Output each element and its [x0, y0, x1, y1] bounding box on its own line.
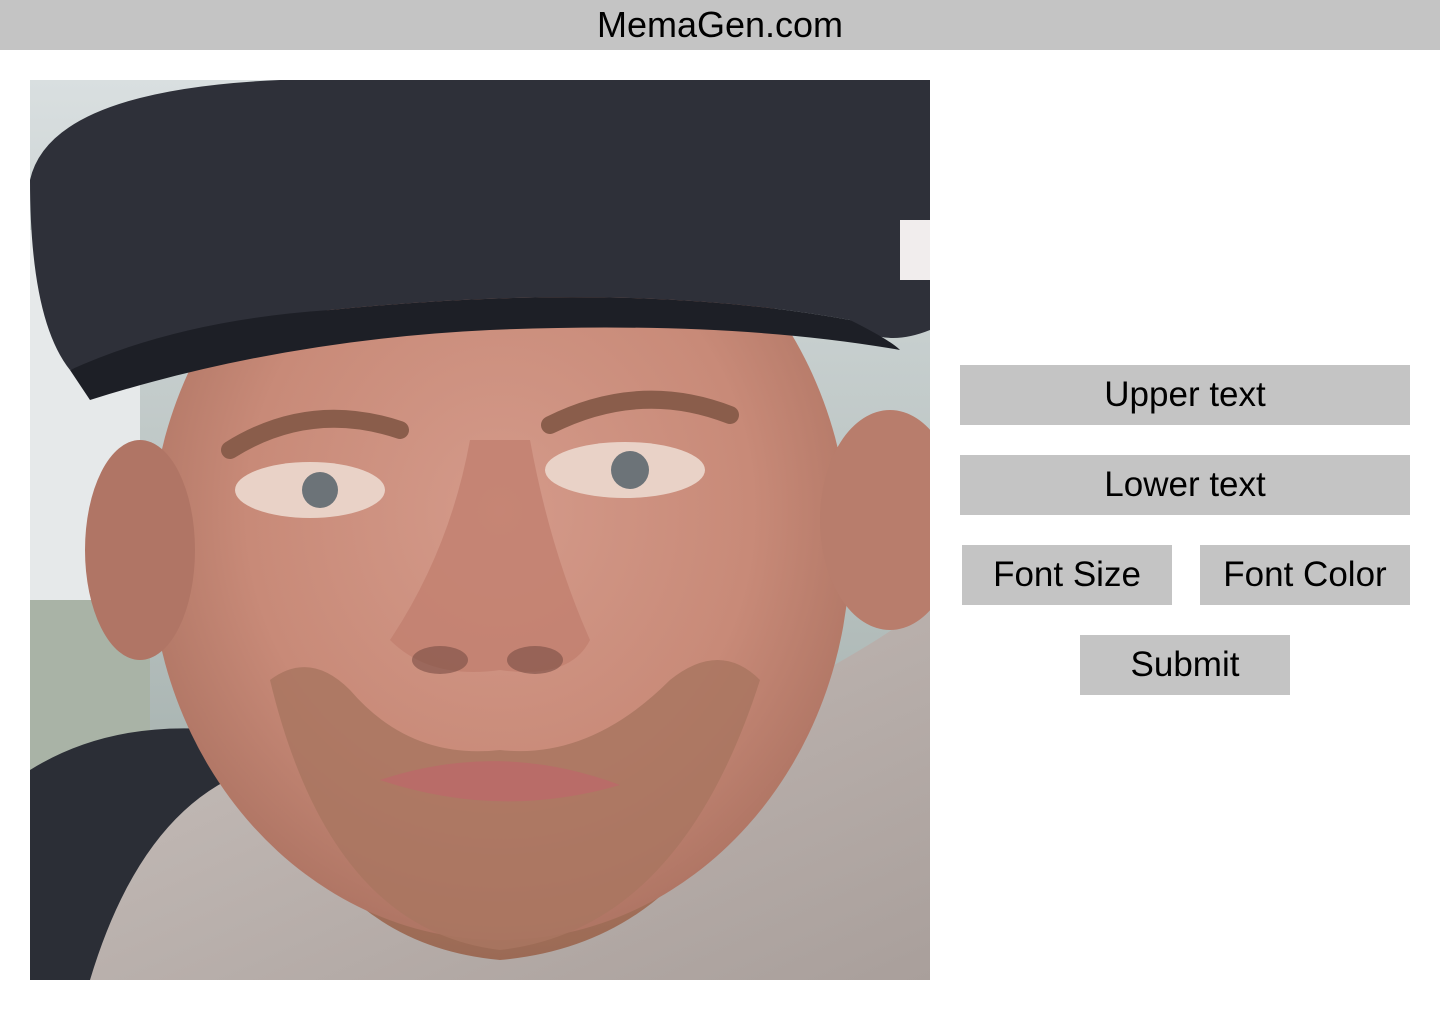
meme-photo-illustration: [30, 80, 930, 980]
lower-text-button[interactable]: Lower text: [960, 455, 1410, 515]
upper-text-button[interactable]: Upper text: [960, 365, 1410, 425]
font-size-button[interactable]: Font Size: [962, 545, 1172, 605]
submit-button[interactable]: Submit: [1080, 635, 1290, 695]
site-title: MemaGen.com: [596, 4, 844, 45]
site-header: MemaGen.com: [0, 0, 1440, 50]
font-color-button[interactable]: Font Color: [1200, 545, 1410, 605]
meme-image: [30, 80, 930, 980]
